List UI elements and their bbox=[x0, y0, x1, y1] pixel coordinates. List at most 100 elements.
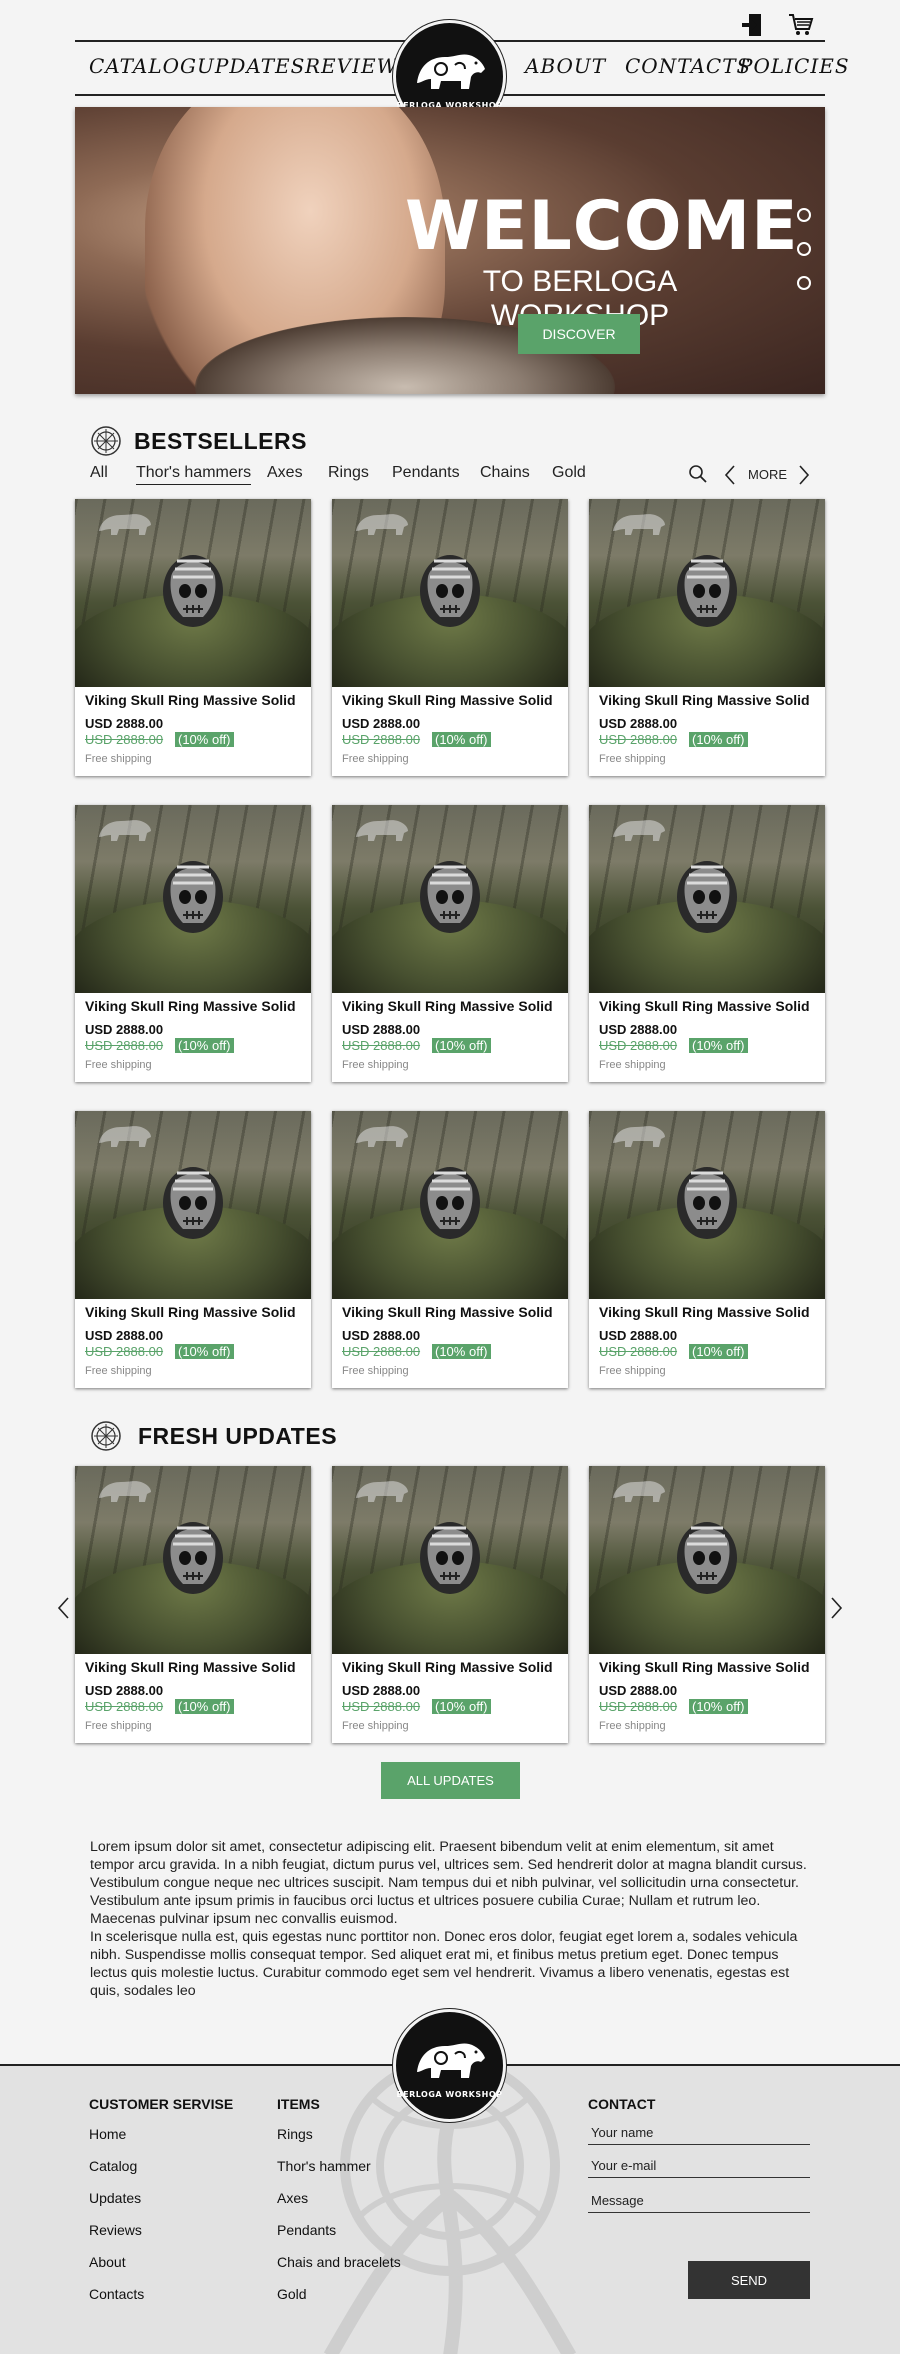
search-icon[interactable] bbox=[688, 464, 708, 484]
footer-link-home[interactable]: Home bbox=[89, 2126, 233, 2158]
footer-items: ITEMS Rings Thor's hammer Axes Pendants … bbox=[277, 2096, 401, 2318]
product-old-price: USD 2888.00 bbox=[85, 732, 164, 747]
update-card[interactable]: Viking Skull Ring Massive Solid USD 2888.… bbox=[332, 1466, 568, 1743]
carousel-prev-icon[interactable] bbox=[56, 1596, 72, 1620]
shipping-note: Free shipping bbox=[342, 1720, 409, 1732]
footer-link-thors-hammer[interactable]: Thor's hammer bbox=[277, 2158, 401, 2190]
product-price: USD 2888.00 bbox=[599, 716, 678, 731]
bear-watermark-icon bbox=[99, 1126, 151, 1147]
skull-ring-icon bbox=[677, 861, 737, 933]
discount-badge: (10% off) bbox=[175, 1038, 234, 1053]
slide-dot-2[interactable] bbox=[797, 242, 811, 256]
discount-badge: (10% off) bbox=[175, 1699, 234, 1714]
email-field[interactable] bbox=[588, 2154, 810, 2178]
footer-link-axes[interactable]: Axes bbox=[277, 2190, 401, 2222]
nav-contacts[interactable]: Contacts bbox=[625, 54, 751, 78]
product-old-price: USD 2888.00 bbox=[599, 1344, 678, 1359]
nav-catalog[interactable]: Catalog bbox=[89, 54, 197, 78]
product-old-price: USD 2888.00 bbox=[342, 732, 421, 747]
product-name: Viking Skull Ring Massive Solid bbox=[342, 1304, 553, 1320]
product-card[interactable]: Viking Skull Ring Massive Solid USD 2888.… bbox=[589, 1111, 825, 1388]
customer-service-heading: CUSTOMER SERVISE bbox=[89, 2096, 234, 2112]
slide-dot-1[interactable] bbox=[797, 208, 811, 222]
product-price: USD 2888.00 bbox=[85, 1683, 164, 1698]
product-card[interactable]: Viking Skull Ring Massive Solid USD 2888.… bbox=[589, 805, 825, 1082]
footer-link-contacts[interactable]: Contacts bbox=[89, 2286, 233, 2318]
footer-link-updates[interactable]: Updates bbox=[89, 2190, 233, 2222]
slide-dot-3[interactable] bbox=[797, 276, 811, 290]
filter-all[interactable]: All bbox=[90, 464, 108, 482]
discount-badge: (10% off) bbox=[689, 1699, 748, 1714]
footer-link-chains[interactable]: Chais and bracelets bbox=[277, 2254, 401, 2286]
discount-badge: (10% off) bbox=[689, 1038, 748, 1053]
shipping-note: Free shipping bbox=[342, 1365, 409, 1377]
product-card[interactable]: Viking Skull Ring Massive Solid USD 2888.… bbox=[75, 1111, 311, 1388]
product-card[interactable]: Viking Skull Ring Massive Solid USD 2888.… bbox=[332, 805, 568, 1082]
discount-badge: (10% off) bbox=[175, 1344, 234, 1359]
all-updates-button[interactable]: ALL UPDATES bbox=[381, 1762, 520, 1799]
footer-link-gold[interactable]: Gold bbox=[277, 2286, 401, 2318]
chevron-left-icon[interactable] bbox=[724, 464, 736, 486]
product-price: USD 2888.00 bbox=[599, 1328, 678, 1343]
footer-link-catalog[interactable]: Catalog bbox=[89, 2158, 233, 2190]
login-icon[interactable] bbox=[740, 12, 766, 38]
filter-gold[interactable]: Gold bbox=[552, 464, 586, 482]
footer-link-rings[interactable]: Rings bbox=[277, 2126, 401, 2158]
filter-axes[interactable]: Axes bbox=[267, 464, 303, 482]
filter-pendants[interactable]: Pendants bbox=[392, 464, 460, 482]
update-card[interactable]: Viking Skull Ring Massive Solid USD 2888.… bbox=[75, 1466, 311, 1743]
cart-icon[interactable] bbox=[788, 12, 814, 38]
send-button[interactable]: SEND bbox=[688, 2261, 810, 2299]
shipping-note: Free shipping bbox=[342, 1059, 409, 1071]
skull-ring-icon bbox=[163, 861, 223, 933]
product-old-price: USD 2888.00 bbox=[85, 1344, 164, 1359]
footer-link-about[interactable]: About bbox=[89, 2254, 233, 2286]
message-field[interactable] bbox=[588, 2189, 810, 2213]
chevron-right-icon[interactable] bbox=[798, 464, 810, 486]
product-image bbox=[332, 1466, 568, 1654]
product-name: Viking Skull Ring Massive Solid bbox=[342, 998, 553, 1014]
product-card[interactable]: Viking Skull Ring Massive Solid USD 2888.… bbox=[75, 805, 311, 1082]
discount-badge: (10% off) bbox=[432, 732, 491, 747]
footer-logo[interactable]: Berloga Workshop bbox=[393, 2009, 506, 2122]
update-card[interactable]: Viking Skull Ring Massive Solid USD 2888.… bbox=[589, 1466, 825, 1743]
bear-watermark-icon bbox=[613, 1126, 665, 1147]
bear-watermark-icon bbox=[356, 820, 408, 841]
bear-emblem-icon bbox=[416, 2043, 485, 2078]
bear-watermark-icon bbox=[613, 514, 665, 535]
header-icons bbox=[740, 12, 814, 38]
about-paragraph-1: Lorem ipsum dolor sit amet, consectetur … bbox=[90, 1839, 807, 1927]
product-old-price: USD 2888.00 bbox=[599, 1699, 678, 1714]
discover-button[interactable]: DISCOVER bbox=[518, 314, 640, 354]
product-card[interactable]: Viking Skull Ring Massive Solid USD 2888.… bbox=[75, 499, 311, 776]
about-text: Lorem ipsum dolor sit amet, consectetur … bbox=[90, 1838, 810, 2000]
product-old-price: USD 2888.00 bbox=[342, 1699, 421, 1714]
hero-title: WELCOME bbox=[405, 187, 799, 266]
product-image bbox=[75, 499, 311, 687]
footer-link-reviews[interactable]: Reviews bbox=[89, 2222, 233, 2254]
filter-rings[interactable]: Rings bbox=[328, 464, 369, 482]
footer-link-pendants[interactable]: Pendants bbox=[277, 2222, 401, 2254]
name-field[interactable] bbox=[588, 2121, 810, 2145]
skull-ring-icon bbox=[163, 1522, 223, 1594]
skull-ring-icon bbox=[677, 1167, 737, 1239]
filter-thors-hammers[interactable]: Thor's hammers bbox=[136, 464, 252, 485]
product-card[interactable]: Viking Skull Ring Massive Solid USD 2888.… bbox=[332, 1111, 568, 1388]
fresh-updates-heading: FRESH UPDATES bbox=[90, 1420, 337, 1452]
product-card[interactable]: Viking Skull Ring Massive Solid USD 2888.… bbox=[589, 499, 825, 776]
nav-about[interactable]: About bbox=[525, 54, 606, 78]
bestsellers-title: BESTSELLERS bbox=[134, 427, 307, 454]
product-card[interactable]: Viking Skull Ring Massive Solid USD 2888.… bbox=[332, 499, 568, 776]
skull-ring-icon bbox=[163, 555, 223, 627]
nav-updates[interactable]: Updates bbox=[197, 54, 305, 78]
product-old-price: USD 2888.00 bbox=[85, 1038, 164, 1053]
product-old-price: USD 2888.00 bbox=[599, 732, 678, 747]
carousel-next-icon[interactable] bbox=[828, 1596, 844, 1620]
skull-ring-icon bbox=[420, 861, 480, 933]
celtic-knot-icon bbox=[91, 1421, 121, 1451]
nav-policies[interactable]: Policies bbox=[739, 54, 850, 78]
shipping-note: Free shipping bbox=[342, 753, 409, 765]
product-name: Viking Skull Ring Massive Solid bbox=[342, 692, 553, 708]
more-link[interactable]: MORE bbox=[748, 467, 787, 482]
filter-chains[interactable]: Chains bbox=[480, 464, 530, 482]
